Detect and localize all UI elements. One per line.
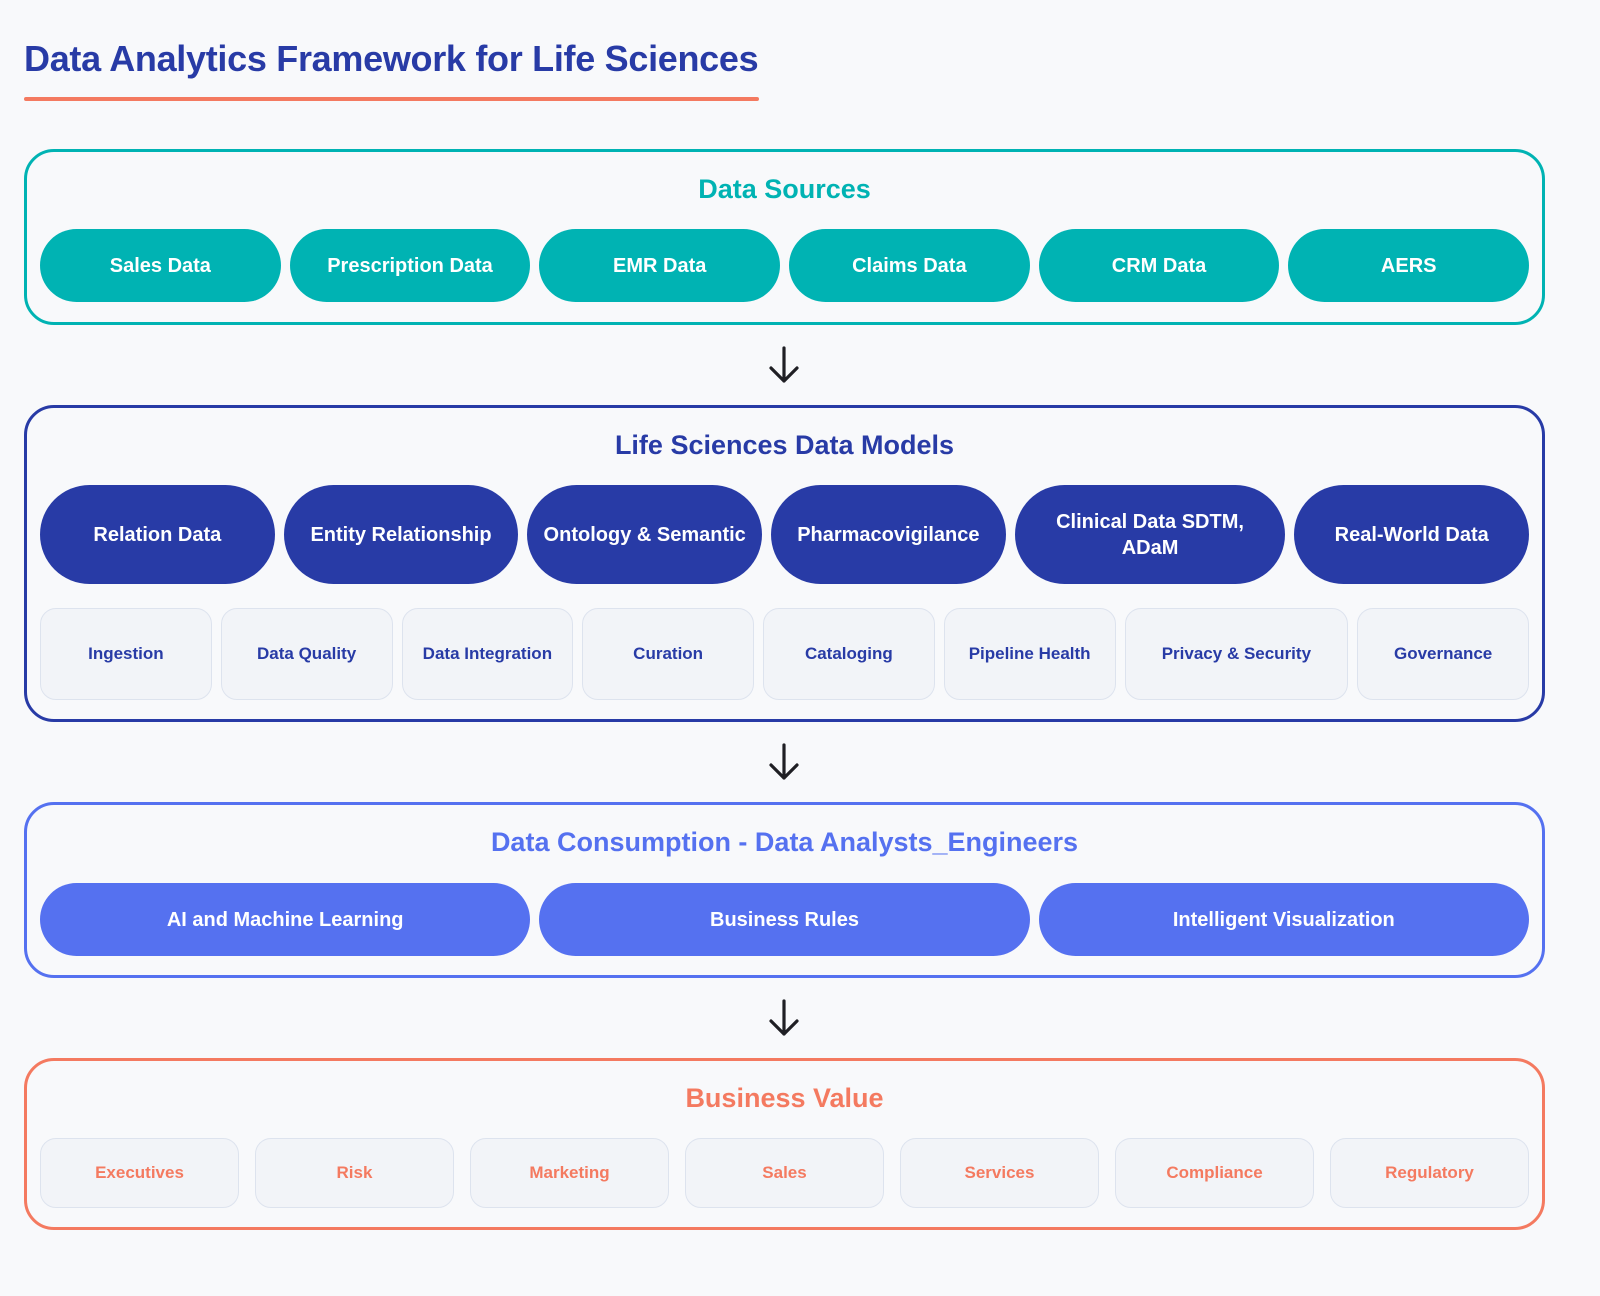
model-relation-data[interactable]: Relation Data	[40, 485, 275, 584]
value-marketing[interactable]: Marketing	[470, 1138, 669, 1208]
model-real-world-data[interactable]: Real-World Data	[1294, 485, 1530, 584]
capability-pipeline-health[interactable]: Pipeline Health	[943, 608, 1116, 700]
data-source-sales-data[interactable]: Sales Data	[40, 229, 281, 302]
value-compliance[interactable]: Compliance	[1115, 1138, 1314, 1208]
capability-governance[interactable]: Governance	[1357, 608, 1529, 700]
data-source-emr-data[interactable]: EMR Data	[539, 229, 781, 302]
arrow-down-icon	[766, 345, 802, 385]
page-title: Data Analytics Framework for Life Scienc…	[24, 38, 759, 79]
capability-data-quality[interactable]: Data Quality	[220, 608, 393, 700]
model-ontology-semantic[interactable]: Ontology & Semantic	[527, 485, 763, 584]
data-consumption-section: Data Consumption - Data Analysts_Enginee…	[24, 802, 1545, 978]
data-source-claims-data[interactable]: Claims Data	[789, 229, 1030, 302]
data-sources-section: Data Sources Sales Data Prescription Dat…	[24, 149, 1545, 325]
model-entity-relationship[interactable]: Entity Relationship	[283, 485, 519, 584]
data-source-crm-data[interactable]: CRM Data	[1038, 229, 1280, 302]
data-models-section: Life Sciences Data Models Relation Data …	[24, 405, 1545, 722]
model-clinical-data-sdtm-adam[interactable]: Clinical Data SDTM, ADaM	[1014, 485, 1286, 584]
data-capabilities-list: Ingestion Data Quality Data Integration …	[40, 608, 1529, 700]
data-sources-heading: Data Sources	[698, 174, 871, 204]
business-value-heading: Business Value	[685, 1083, 884, 1113]
data-models-list: Relation Data Entity Relationship Ontolo…	[40, 485, 1530, 584]
capability-ingestion[interactable]: Ingestion	[40, 608, 212, 700]
capability-cataloging[interactable]: Cataloging	[763, 608, 935, 700]
capability-curation[interactable]: Curation	[582, 608, 754, 700]
model-pharmacovigilance[interactable]: Pharmacovigilance	[771, 485, 1006, 584]
business-value-section: Business Value Executives Risk Marketing…	[24, 1058, 1545, 1230]
data-sources-list: Sales Data Prescription Data EMR Data Cl…	[40, 229, 1530, 302]
consumption-intelligent-visualization[interactable]: Intelligent Visualization	[1038, 883, 1529, 956]
arrow-down-icon	[766, 998, 802, 1038]
arrow-down-icon	[766, 742, 802, 782]
title-underline	[24, 97, 759, 101]
value-executives[interactable]: Executives	[40, 1138, 239, 1208]
business-value-list: Executives Risk Marketing Sales Services…	[40, 1138, 1529, 1208]
data-models-heading: Life Sciences Data Models	[614, 430, 955, 460]
value-services[interactable]: Services	[900, 1138, 1099, 1208]
value-risk[interactable]: Risk	[255, 1138, 454, 1208]
data-source-prescription-data[interactable]: Prescription Data	[289, 229, 531, 302]
value-sales[interactable]: Sales	[685, 1138, 884, 1208]
consumption-ai-machine-learning[interactable]: AI and Machine Learning	[40, 883, 531, 956]
capability-privacy-security[interactable]: Privacy & Security	[1124, 608, 1349, 700]
consumption-business-rules[interactable]: Business Rules	[539, 883, 1030, 956]
data-source-aers[interactable]: AERS	[1288, 229, 1530, 302]
value-regulatory[interactable]: Regulatory	[1330, 1138, 1529, 1208]
data-consumption-heading: Data Consumption - Data Analysts_Enginee…	[490, 827, 1079, 857]
capability-data-integration[interactable]: Data Integration	[401, 608, 574, 700]
data-consumption-list: AI and Machine Learning Business Rules I…	[40, 883, 1529, 956]
